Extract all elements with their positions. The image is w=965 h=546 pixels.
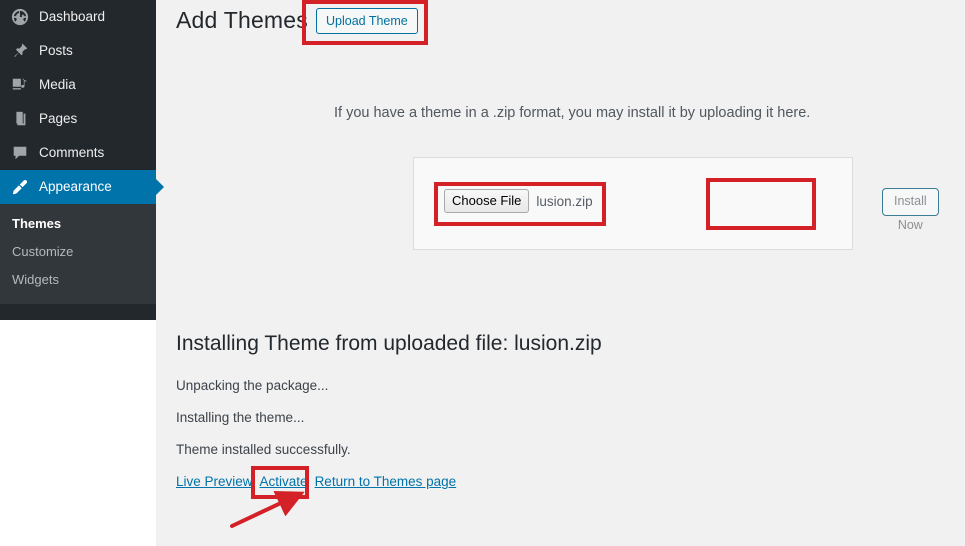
install-log-line: Unpacking the package...: [176, 378, 329, 393]
main-content: Add Themes Upload Theme If you have a th…: [156, 0, 965, 546]
sidebar-item-label: Posts: [39, 43, 73, 59]
page-header: Add Themes Upload Theme: [176, 6, 418, 35]
sidebar-item-comments[interactable]: Comments: [0, 136, 156, 170]
return-to-themes-link[interactable]: Return to Themes page: [315, 474, 457, 489]
comment-icon: [10, 143, 30, 163]
dashboard-icon: [10, 7, 30, 27]
page-title: Add Themes: [176, 7, 308, 33]
live-preview-link[interactable]: Live Preview: [176, 474, 253, 489]
sidebar-item-posts[interactable]: Posts: [0, 34, 156, 68]
sidebar-item-label: Media: [39, 77, 76, 93]
upload-help-text: If you have a theme in a .zip format, yo…: [334, 105, 811, 121]
selected-file-name: lusion.zip: [536, 193, 593, 209]
sidebar-filler: [0, 320, 156, 546]
install-heading: Installing Theme from uploaded file: lus…: [176, 332, 602, 355]
admin-sidebar: Dashboard Posts Media Pages Comments App…: [0, 0, 164, 320]
sidebar-item-pages[interactable]: Pages: [0, 102, 156, 136]
brush-icon: [10, 177, 30, 197]
upload-theme-button[interactable]: Upload Theme: [315, 7, 418, 34]
install-log-line: Theme installed successfully.: [176, 442, 351, 457]
sidebar-item-label: Comments: [39, 145, 105, 161]
sidebar-item-appearance[interactable]: Appearance: [0, 170, 164, 204]
media-icon: [10, 75, 30, 95]
install-now-button[interactable]: Install Now: [882, 188, 939, 232]
choose-file-button[interactable]: Choose File: [444, 189, 530, 213]
pin-icon: [10, 41, 30, 61]
submenu-item-themes[interactable]: Themes: [0, 210, 156, 238]
submenu-item-widgets[interactable]: Widgets: [0, 266, 156, 294]
file-input[interactable]: Choose File lusion.zip: [444, 189, 593, 213]
appearance-submenu: Themes Customize Widgets: [0, 204, 156, 304]
upload-theme-panel: Choose File lusion.zip Install Now: [413, 157, 939, 250]
sidebar-item-media[interactable]: Media: [0, 68, 156, 102]
install-log-line: Installing the theme...: [176, 410, 305, 425]
sidebar-item-label: Pages: [39, 111, 78, 127]
submenu-item-customize[interactable]: Customize: [0, 238, 156, 266]
sidebar-item-label: Appearance: [39, 179, 112, 195]
sidebar-item-dashboard[interactable]: Dashboard: [0, 0, 156, 34]
pages-icon: [10, 109, 30, 129]
activate-link[interactable]: Activate: [260, 474, 308, 489]
sidebar-item-label: Dashboard: [39, 9, 106, 25]
install-actions: Live Preview Activate Return to Themes pag…: [176, 473, 456, 491]
